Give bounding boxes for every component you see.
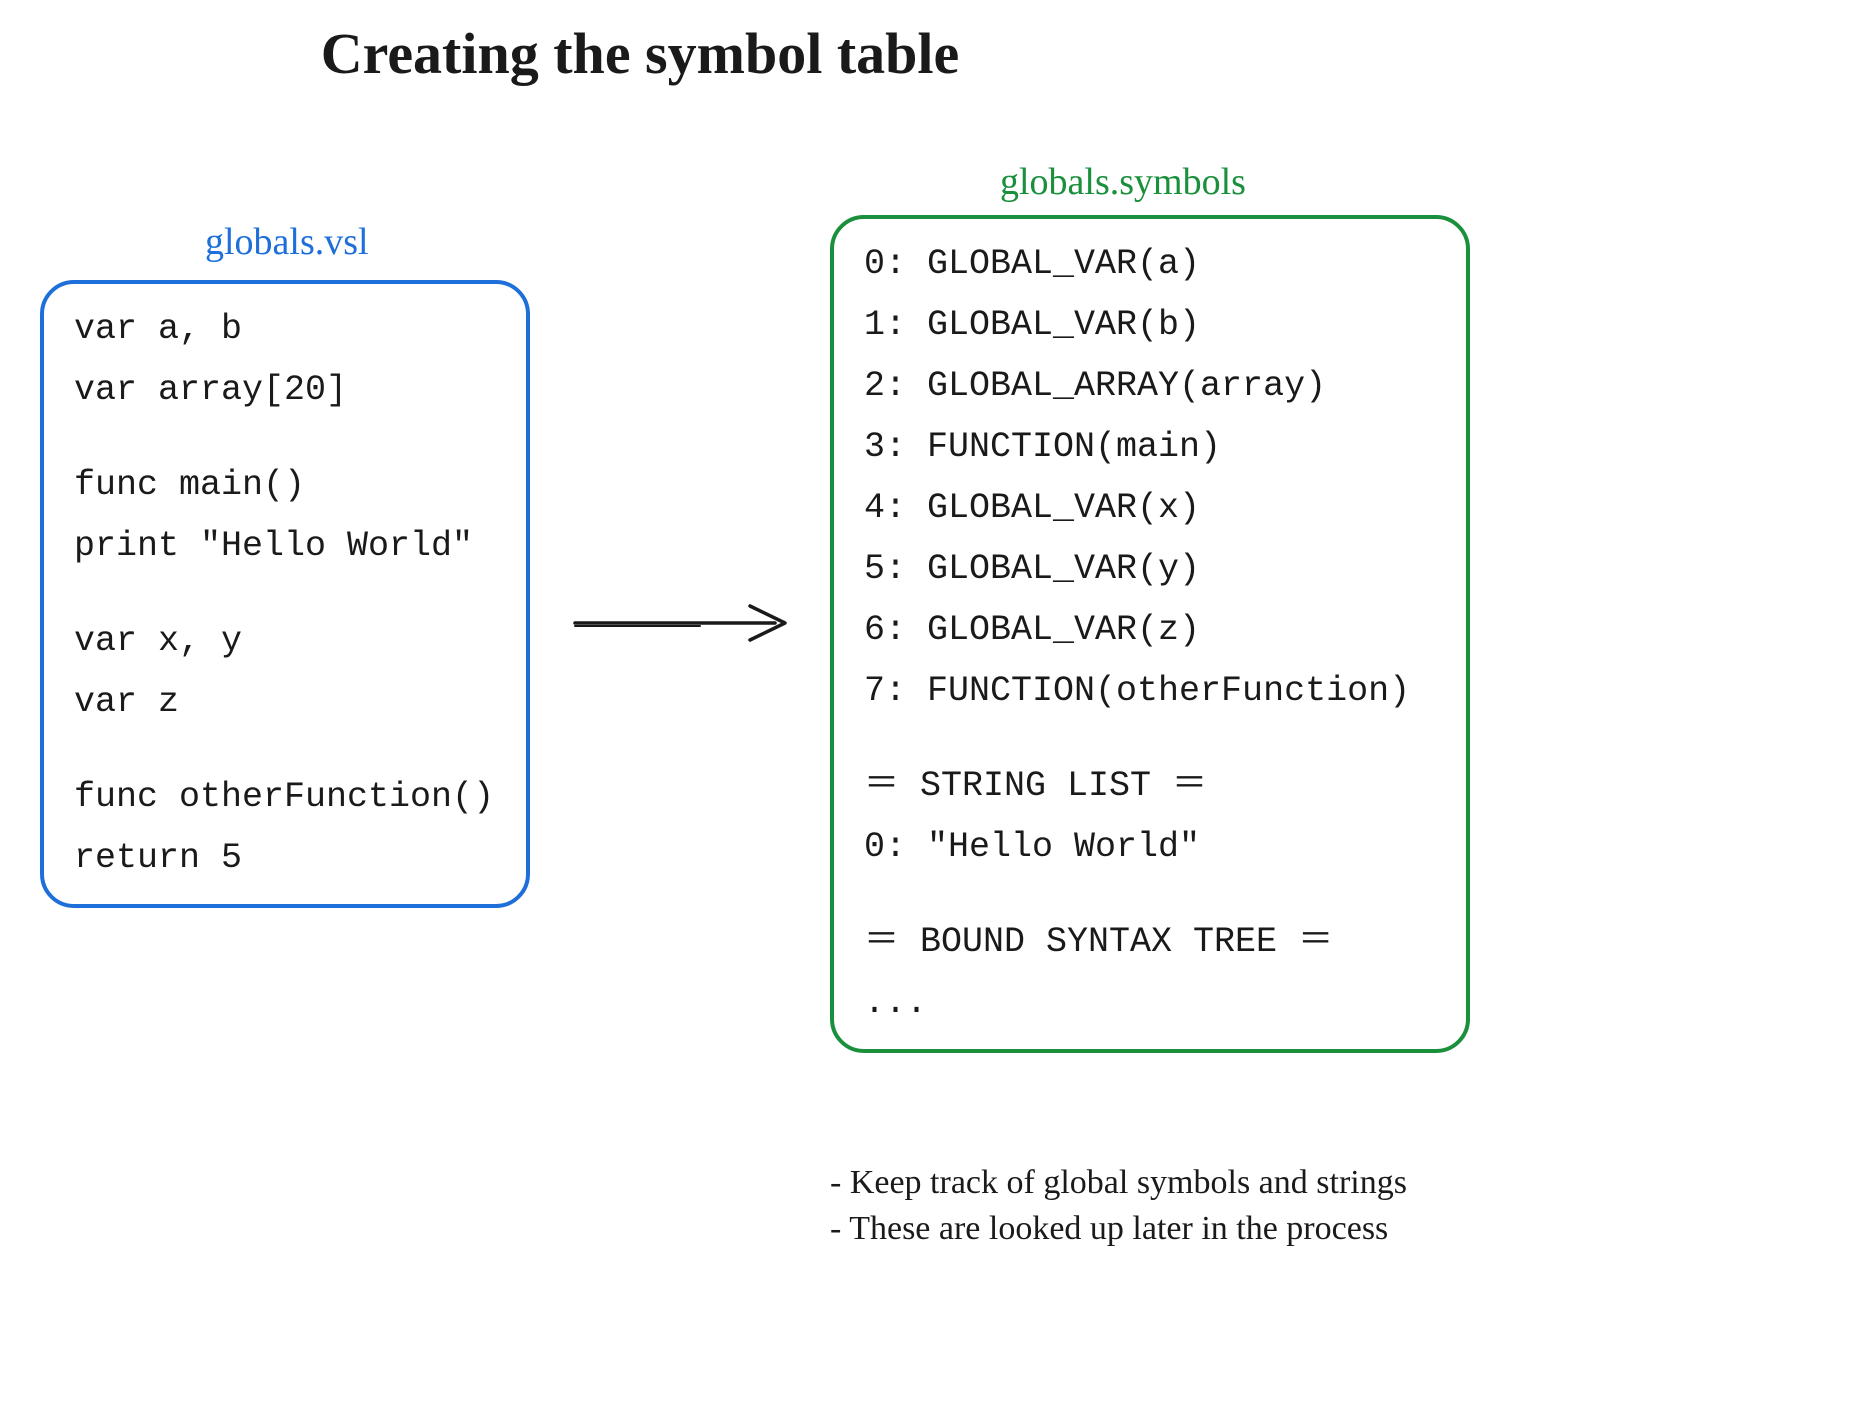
symbol-line: 1: GLOBAL_VAR(b) [864, 308, 1436, 343]
symbol-line: 0: GLOBAL_VAR(a) [864, 247, 1436, 282]
symbol-line: 6: GLOBAL_VAR(z) [864, 613, 1436, 648]
source-code-box: var a, b var array[20] func main() print "H… [40, 280, 530, 908]
source-line: return 5 [74, 841, 496, 876]
source-line: func main() [74, 468, 496, 503]
symbol-line: ＝ STRING LIST ＝ [864, 769, 1436, 804]
symbol-line: 5: GLOBAL_VAR(y) [864, 552, 1436, 587]
symbol-line: ... [864, 986, 1436, 1021]
right-box-label: globals.symbols [1000, 160, 1246, 204]
symbol-line: ＝ BOUND SYNTAX TREE ＝ [864, 925, 1436, 960]
symbol-line: 3: FUNCTION(main) [864, 430, 1436, 465]
symbol-line: 7: FUNCTION(otherFunction) [864, 674, 1436, 709]
diagram-notes: - Keep track of global symbols and strin… [830, 1160, 1630, 1252]
arrow-icon [570, 598, 795, 653]
source-line: func otherFunction() [74, 780, 496, 815]
note-line: - Keep track of global symbols and strin… [830, 1160, 1630, 1206]
source-line: var z [74, 685, 496, 720]
source-line: var x, y [74, 624, 496, 659]
symbol-line: 2: GLOBAL_ARRAY(array) [864, 369, 1436, 404]
symbol-table-box: 0: GLOBAL_VAR(a) 1: GLOBAL_VAR(b) 2: GLOBA… [830, 215, 1470, 1053]
symbol-line: 4: GLOBAL_VAR(x) [864, 491, 1436, 526]
source-line: var a, b [74, 312, 496, 347]
diagram-title: Creating the symbol table [0, 20, 1280, 87]
note-line: - These are looked up later in the proce… [830, 1206, 1630, 1252]
symbol-line: 0: "Hello World" [864, 830, 1436, 865]
source-line: print "Hello World" [74, 529, 496, 564]
left-box-label: globals.vsl [205, 220, 369, 264]
source-line: var array[20] [74, 373, 496, 408]
